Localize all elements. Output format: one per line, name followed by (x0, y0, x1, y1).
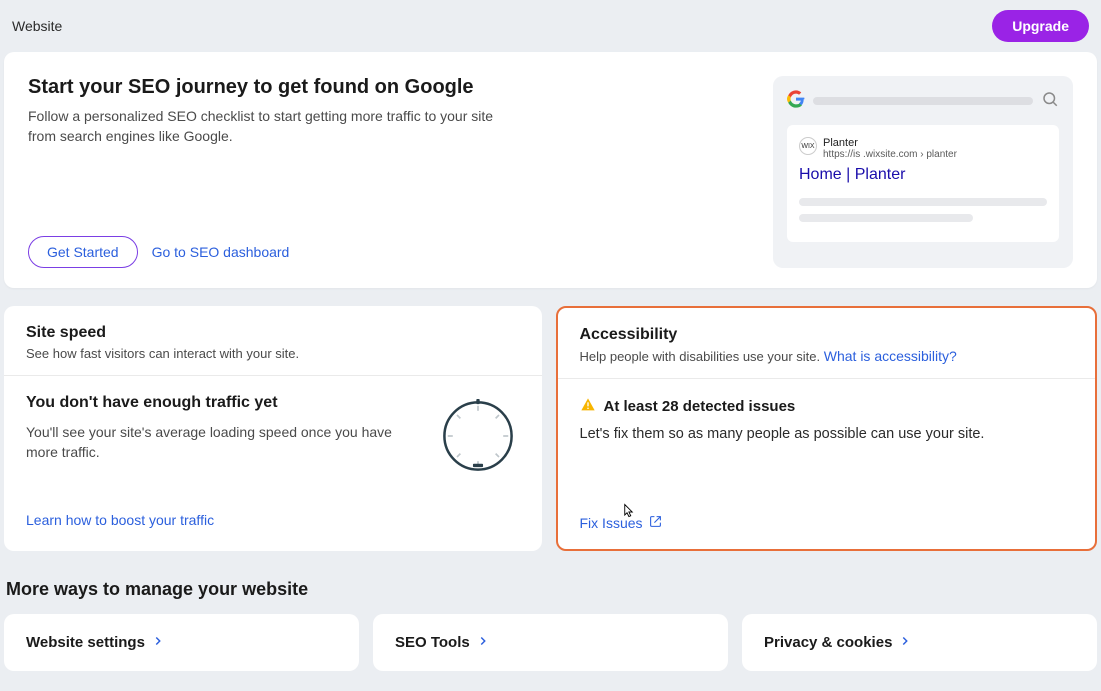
accessibility-issue-desc: Let's fix them so as many people as poss… (580, 426, 1074, 442)
what-is-accessibility-link[interactable]: What is accessibility? (824, 348, 957, 364)
seo-title: Start your SEO journey to get found on G… (28, 76, 749, 99)
seo-card: Start your SEO journey to get found on G… (4, 52, 1097, 288)
accessibility-title: Accessibility (580, 326, 1074, 344)
fix-issues-link[interactable]: Fix Issues (580, 515, 662, 531)
warning-icon (580, 397, 596, 416)
google-logo-icon (787, 90, 805, 111)
more-card-title: Website settings (26, 634, 145, 651)
accessibility-subtitle-text: Help people with disabilities use your s… (580, 349, 824, 364)
seo-description: Follow a personalized SEO checklist to s… (28, 107, 498, 146)
seo-tools-card[interactable]: SEO Tools (373, 614, 728, 671)
upgrade-button[interactable]: Upgrade (992, 10, 1089, 42)
site-speed-title: Site speed (26, 324, 520, 342)
more-card-title: SEO Tools (395, 634, 470, 651)
serp-result: WIX Planter https://is .wixsite.com › pl… (787, 125, 1059, 242)
serp-site-name: Planter (823, 137, 957, 149)
accessibility-subtitle: Help people with disabilities use your s… (580, 348, 1074, 364)
more-ways-heading: More ways to manage your website (6, 579, 1095, 600)
boost-traffic-link[interactable]: Learn how to boost your traffic (26, 512, 214, 528)
site-speed-card: Site speed See how fast visitors can int… (4, 306, 542, 551)
chevron-right-icon (151, 634, 165, 651)
privacy-cookies-card[interactable]: Privacy & cookies (742, 614, 1097, 671)
accessibility-issue-heading: At least 28 detected issues (604, 398, 796, 415)
chevron-right-icon (476, 634, 490, 651)
site-speed-description: You'll see your site's average loading s… (26, 422, 416, 463)
cursor-icon (618, 502, 636, 525)
page-title: Website (12, 18, 62, 34)
get-started-button[interactable]: Get Started (28, 236, 138, 268)
serp-site-url: https://is .wixsite.com › planter (823, 149, 957, 160)
gauge-icon (436, 394, 520, 478)
site-speed-subtitle: See how fast visitors can interact with … (26, 346, 520, 361)
serp-search-bar-placeholder (813, 97, 1033, 105)
serp-placeholder-line (799, 198, 1047, 206)
serp-placeholder-line (799, 214, 973, 222)
website-settings-card[interactable]: Website settings (4, 614, 359, 671)
serp-favicon: WIX (799, 137, 817, 155)
serp-preview: WIX Planter https://is .wixsite.com › pl… (773, 76, 1073, 268)
chevron-right-icon (898, 634, 912, 651)
site-speed-heading: You don't have enough traffic yet (26, 394, 416, 412)
seo-dashboard-link[interactable]: Go to SEO dashboard (152, 244, 290, 260)
external-link-icon (649, 515, 662, 531)
search-icon (1041, 90, 1059, 111)
more-card-title: Privacy & cookies (764, 634, 892, 651)
serp-result-title: Home | Planter (799, 166, 1047, 184)
accessibility-card: Accessibility Help people with disabilit… (556, 306, 1098, 551)
